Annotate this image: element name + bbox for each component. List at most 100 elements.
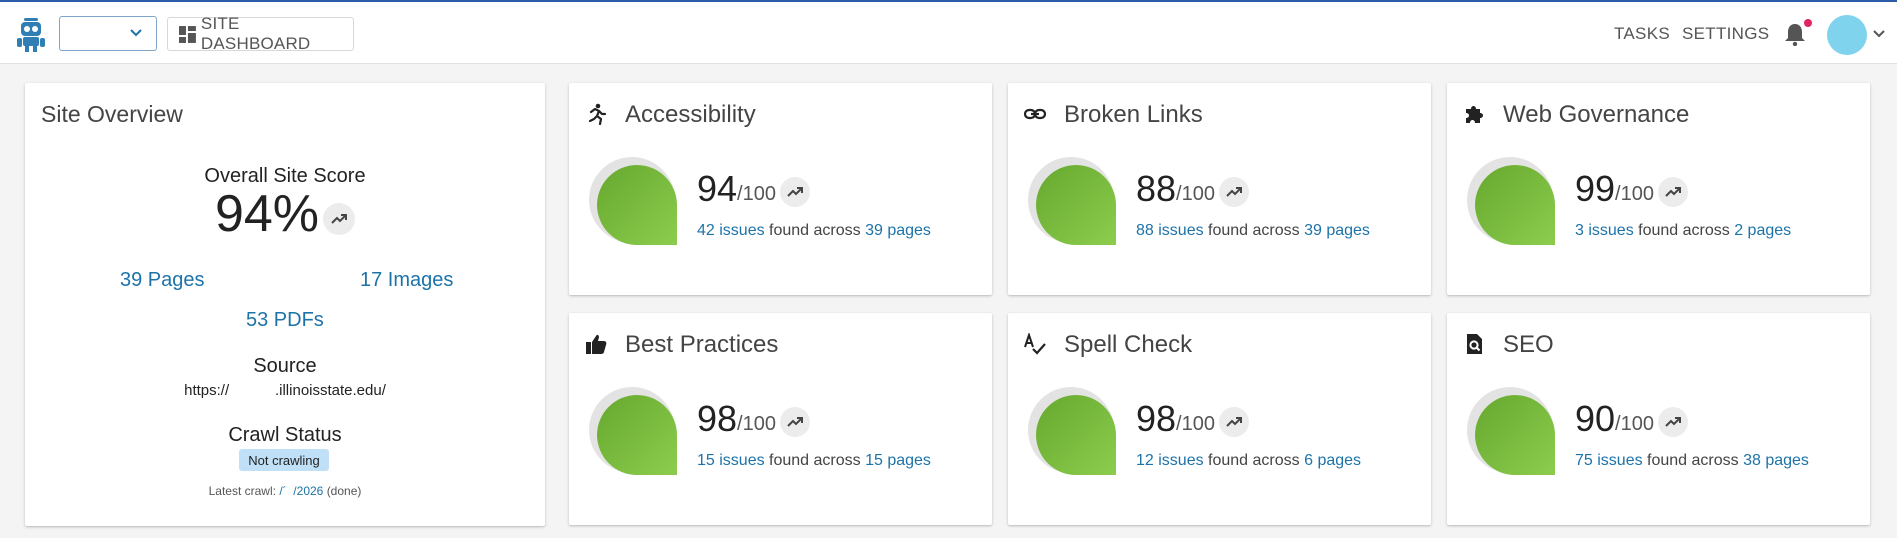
issues-summary: 15 issues found across 15 pages [697, 452, 931, 470]
puzzle-icon [1466, 106, 1483, 123]
score-gauge [1036, 395, 1116, 475]
avatar[interactable] [1827, 15, 1867, 55]
metric-title: SEO [1503, 331, 1554, 358]
latest-crawl-label: Latest crawl: [208, 484, 276, 498]
trend-button[interactable] [323, 203, 356, 235]
score-max: /100 [1176, 182, 1215, 205]
trending-up-icon [787, 187, 803, 197]
images-link[interactable]: 17 Images [360, 269, 453, 292]
score-gauge [597, 395, 677, 475]
trending-up-icon [1226, 417, 1242, 427]
score-line: 98 /100 [1136, 401, 1249, 437]
issues-link[interactable]: 15 issues [697, 452, 765, 469]
link-icon [1024, 108, 1046, 120]
bell-icon[interactable] [1784, 22, 1806, 46]
search-document-icon [1467, 334, 1482, 354]
accessibility-card[interactable]: Accessibility 94 /100 42 issues found ac… [569, 83, 992, 295]
trending-up-icon [787, 417, 803, 427]
pages-link[interactable]: 38 pages [1743, 452, 1809, 469]
seo-card[interactable]: SEO 90 /100 75 issues found across 38 pa… [1447, 313, 1870, 525]
trend-button[interactable] [1657, 177, 1688, 207]
issues-text: found across [1203, 222, 1305, 239]
site-dashboard-button[interactable]: SITE DASHBOARD [167, 14, 354, 53]
chevron-down-icon [130, 29, 142, 37]
score-gauge [597, 165, 677, 245]
score-gauge [1036, 165, 1116, 245]
issues-text: found across [1203, 452, 1305, 469]
score-max: /100 [737, 412, 776, 435]
score-line: 88 /100 [1136, 171, 1249, 207]
thumbs-up-icon [586, 334, 607, 354]
score-line: 94 /100 [697, 171, 810, 207]
pages-link[interactable]: 2 pages [1734, 222, 1791, 239]
pages-link[interactable]: 39 pages [1304, 222, 1370, 239]
crawl-status-label: Crawl Status [228, 424, 342, 446]
issues-text: found across [1642, 452, 1744, 469]
issues-summary: 42 issues found across 39 pages [697, 222, 931, 240]
latest-crawl-date[interactable]: /´ /2026 [279, 484, 323, 498]
top-bar: SITE DASHBOARD TASKS SETTINGS [0, 0, 1897, 64]
spellcheck-icon [1024, 333, 1046, 355]
trend-button[interactable] [1657, 407, 1688, 437]
overall-score-row: 94% [25, 188, 545, 240]
issues-link[interactable]: 12 issues [1136, 452, 1204, 469]
issues-link[interactable]: 42 issues [697, 222, 765, 239]
dashboard-grid-icon [179, 25, 196, 43]
metric-title: Broken Links [1064, 101, 1203, 128]
score-gauge [1475, 395, 1555, 475]
score-max: /100 [1615, 182, 1654, 205]
score-value: 90 [1575, 398, 1616, 439]
issues-summary: 88 issues found across 39 pages [1136, 222, 1370, 240]
robot-logo-icon[interactable] [16, 16, 46, 52]
trend-button[interactable] [1218, 407, 1249, 437]
nav-settings[interactable]: SETTINGS [1682, 24, 1769, 44]
trending-up-icon [1665, 187, 1681, 197]
trend-button[interactable] [779, 407, 810, 437]
pages-link[interactable]: 6 pages [1304, 452, 1361, 469]
issues-link[interactable]: 75 issues [1575, 452, 1643, 469]
metric-title: Web Governance [1503, 101, 1690, 128]
pages-link[interactable]: 15 pages [865, 452, 931, 469]
metric-title: Best Practices [625, 331, 779, 358]
score-value: 99 [1575, 168, 1616, 209]
site-select[interactable] [59, 16, 157, 51]
pdfs-link[interactable]: 53 PDFs [246, 309, 324, 332]
score-gauge [1475, 165, 1555, 245]
trending-up-icon [331, 214, 348, 224]
nav-tasks[interactable]: TASKS [1614, 24, 1670, 44]
source-label: Source [253, 355, 317, 377]
notification-dot [1804, 19, 1812, 27]
latest-crawl-state: (done) [326, 484, 362, 498]
crawl-status-badge: Not crawling [239, 449, 329, 471]
score-value: 98 [697, 398, 738, 439]
best-practices-card[interactable]: Best Practices 98 /100 15 issues found a… [569, 313, 992, 525]
metric-title: Spell Check [1064, 331, 1193, 358]
site-overview-card: Site Overview Overall Site Score 94% 39 … [25, 83, 545, 526]
issues-text: found across [1633, 222, 1735, 239]
web-governance-card[interactable]: Web Governance 99 /100 3 issues found ac… [1447, 83, 1870, 295]
chevron-down-icon[interactable] [1873, 30, 1885, 39]
trend-button[interactable] [779, 177, 810, 207]
broken-links-card[interactable]: Broken Links 88 /100 88 issues found acr… [1008, 83, 1431, 295]
pages-link[interactable]: 39 Pages [120, 269, 205, 292]
score-value: 98 [1136, 398, 1177, 439]
latest-crawl: Latest crawl: /´ /2026 (done) [25, 484, 545, 498]
metric-title: Accessibility [625, 101, 756, 128]
issues-summary: 12 issues found across 6 pages [1136, 452, 1361, 470]
issues-text: found across [764, 222, 866, 239]
site-overview-title: Site Overview [41, 101, 183, 127]
score-max: /100 [737, 182, 776, 205]
pages-link[interactable]: 39 pages [865, 222, 931, 239]
score-max: /100 [1615, 412, 1654, 435]
issues-link[interactable]: 3 issues [1575, 222, 1634, 239]
spell-check-card[interactable]: Spell Check 98 /100 12 issues found acro… [1008, 313, 1431, 525]
issues-summary: 75 issues found across 38 pages [1575, 452, 1809, 470]
source-url: https:// .illinoisstate.edu/ [184, 382, 386, 399]
issues-link[interactable]: 88 issues [1136, 222, 1204, 239]
trending-up-icon [1665, 417, 1681, 427]
score-line: 98 /100 [697, 401, 810, 437]
trending-up-icon [1226, 187, 1242, 197]
score-line: 99 /100 [1575, 171, 1688, 207]
overall-score-value: 94% [214, 185, 320, 243]
trend-button[interactable] [1218, 177, 1249, 207]
